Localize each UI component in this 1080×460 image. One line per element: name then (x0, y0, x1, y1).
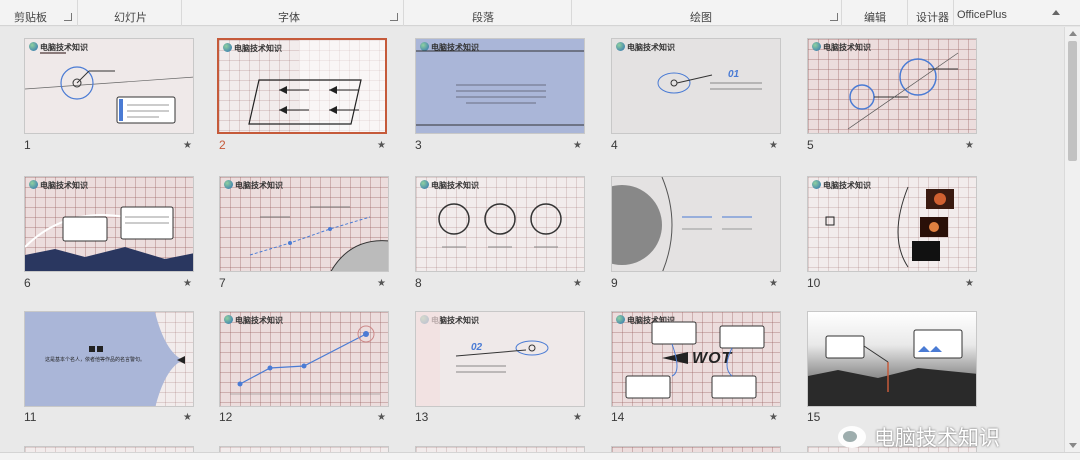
slide-number: 7 (219, 276, 226, 290)
slide-number: 11 (24, 410, 37, 424)
ribbon-group-clipboard: 剪贴板 (0, 0, 78, 26)
slide-number: 14 (611, 410, 625, 424)
slide-number: 8 (415, 276, 422, 290)
slide-graphic (612, 177, 752, 271)
watermark: 电脑技术知识 (838, 422, 1000, 452)
slide-number: 2 (219, 138, 226, 152)
ribbon-group-editing: 编辑 (842, 0, 908, 26)
ribbon-group-label: 段落 (472, 12, 494, 24)
ribbon-group-designer: 设计器 (908, 0, 954, 26)
slide-thumbnail-2[interactable]: 电脑技术知识 (217, 38, 387, 134)
ribbon-group-font: 字体 (182, 0, 404, 26)
slide-number: 13 (415, 410, 429, 424)
slide-thumbnail-9[interactable] (611, 176, 781, 272)
slide-thumbnail-7[interactable]: 电脑技术知识 (219, 176, 389, 272)
slide-graphic (438, 203, 562, 248)
transition-star-icon[interactable]: ★ (377, 412, 386, 423)
ribbon-group-label: 绘图 (690, 12, 712, 24)
transition-star-icon[interactable]: ★ (573, 278, 582, 289)
slide-thumbnail-8[interactable]: 电脑技术知识 (415, 176, 585, 272)
slide-number: 4 (611, 138, 618, 152)
launcher-icon[interactable] (830, 13, 838, 21)
slide-number: 9 (611, 276, 618, 290)
scroll-up-icon[interactable] (1069, 31, 1077, 36)
slide-graphic (808, 329, 976, 406)
slide-sorter: 电脑技术知识 1 ★ 电脑技术知识 2 ★ 电脑技术知识 3 ★ 电脑技术知识 … (0, 27, 1064, 452)
launcher-icon[interactable] (390, 13, 398, 21)
slide-graphic (249, 206, 388, 271)
watermark-text: 电脑技术知识 (874, 427, 1000, 450)
slide-thumbnail-10[interactable]: 电脑技术知识 (807, 176, 977, 272)
quote-text: 这是基本个名人，依者他等作品的名言警句。 (45, 357, 146, 363)
slide-thumbnail-14[interactable]: 电脑技术知识 WOT (611, 311, 781, 407)
slide-thumbnail-4[interactable]: 电脑技术知识 01 (611, 38, 781, 134)
slide-thumbnail-12[interactable]: 电脑技术知识 (219, 311, 389, 407)
transition-star-icon[interactable]: ★ (183, 412, 192, 423)
ribbon: 剪贴板 幻灯片 字体 段落 绘图 编辑 设计器 OfficePlus (0, 0, 1080, 26)
transition-star-icon[interactable]: ★ (769, 278, 778, 289)
vertical-scrollbar[interactable] (1064, 27, 1080, 452)
slide-number: 5 (807, 138, 814, 152)
slide-graphic (625, 321, 765, 399)
ribbon-group-paragraph: 段落 (404, 0, 572, 26)
slide-graphic (25, 66, 193, 124)
slide-thumbnail-3[interactable]: 电脑技术知识 (415, 38, 585, 134)
slide-thumbnail-1[interactable]: 电脑技术知识 (24, 38, 194, 134)
slide-graphic (416, 50, 584, 126)
slide-graphic (825, 186, 954, 268)
transition-star-icon[interactable]: ★ (573, 412, 582, 423)
ribbon-group-label: 编辑 (864, 12, 886, 24)
transition-star-icon[interactable]: ★ (573, 140, 582, 151)
slide-number: 10 (807, 276, 821, 290)
transition-star-icon[interactable]: ★ (965, 140, 974, 151)
ribbon-group-label: 幻灯片 (114, 12, 147, 24)
ribbon-group-officeplus: OfficePlus (954, 0, 1020, 26)
slide-thumbnail-11[interactable]: 这是基本个名人，依者他等作品的名言警句。 (24, 311, 194, 407)
ribbon-group-label: OfficePlus (957, 9, 1007, 21)
ribbon-group-label: 字体 (278, 12, 300, 24)
slide-graphic (657, 72, 762, 94)
ribbon-group-slides: 幻灯片 (78, 0, 182, 26)
slide-thumbnail-5[interactable]: 电脑技术知识 (807, 38, 977, 134)
scroll-thumb[interactable] (1068, 41, 1077, 161)
slide-thumbnail-13[interactable]: 电脑技术知识 02 (415, 311, 585, 407)
ribbon-group-label: 设计器 (916, 12, 949, 24)
slide-graphic (416, 312, 549, 406)
collapse-ribbon-icon[interactable] (1052, 10, 1060, 15)
slide-graphic (230, 325, 380, 395)
transition-star-icon[interactable]: ★ (377, 140, 386, 151)
status-bar (0, 452, 1080, 460)
slide-graphic (25, 206, 193, 271)
launcher-icon[interactable] (64, 13, 72, 21)
slide-thumbnail-15[interactable] (807, 311, 977, 407)
slide-number: 3 (415, 138, 422, 152)
slide-number: 1 (24, 138, 31, 152)
ribbon-group-label: 剪贴板 (14, 12, 47, 24)
slide-number: 15 (807, 410, 821, 424)
slide-thumbnail-6[interactable]: 电脑技术知识 (24, 176, 194, 272)
slide-number: 12 (219, 410, 233, 424)
transition-star-icon[interactable]: ★ (965, 278, 974, 289)
scroll-down-icon[interactable] (1069, 443, 1077, 448)
slide-graphic (248, 40, 385, 132)
slide-number: 6 (24, 276, 31, 290)
transition-star-icon[interactable]: ★ (769, 140, 778, 151)
transition-star-icon[interactable]: ★ (377, 278, 386, 289)
ribbon-group-drawing: 绘图 (572, 0, 842, 26)
transition-star-icon[interactable]: ★ (769, 412, 778, 423)
wechat-icon (838, 426, 866, 448)
transition-star-icon[interactable]: ★ (183, 140, 192, 151)
slide-graphic (847, 52, 959, 130)
transition-star-icon[interactable]: ★ (183, 278, 192, 289)
